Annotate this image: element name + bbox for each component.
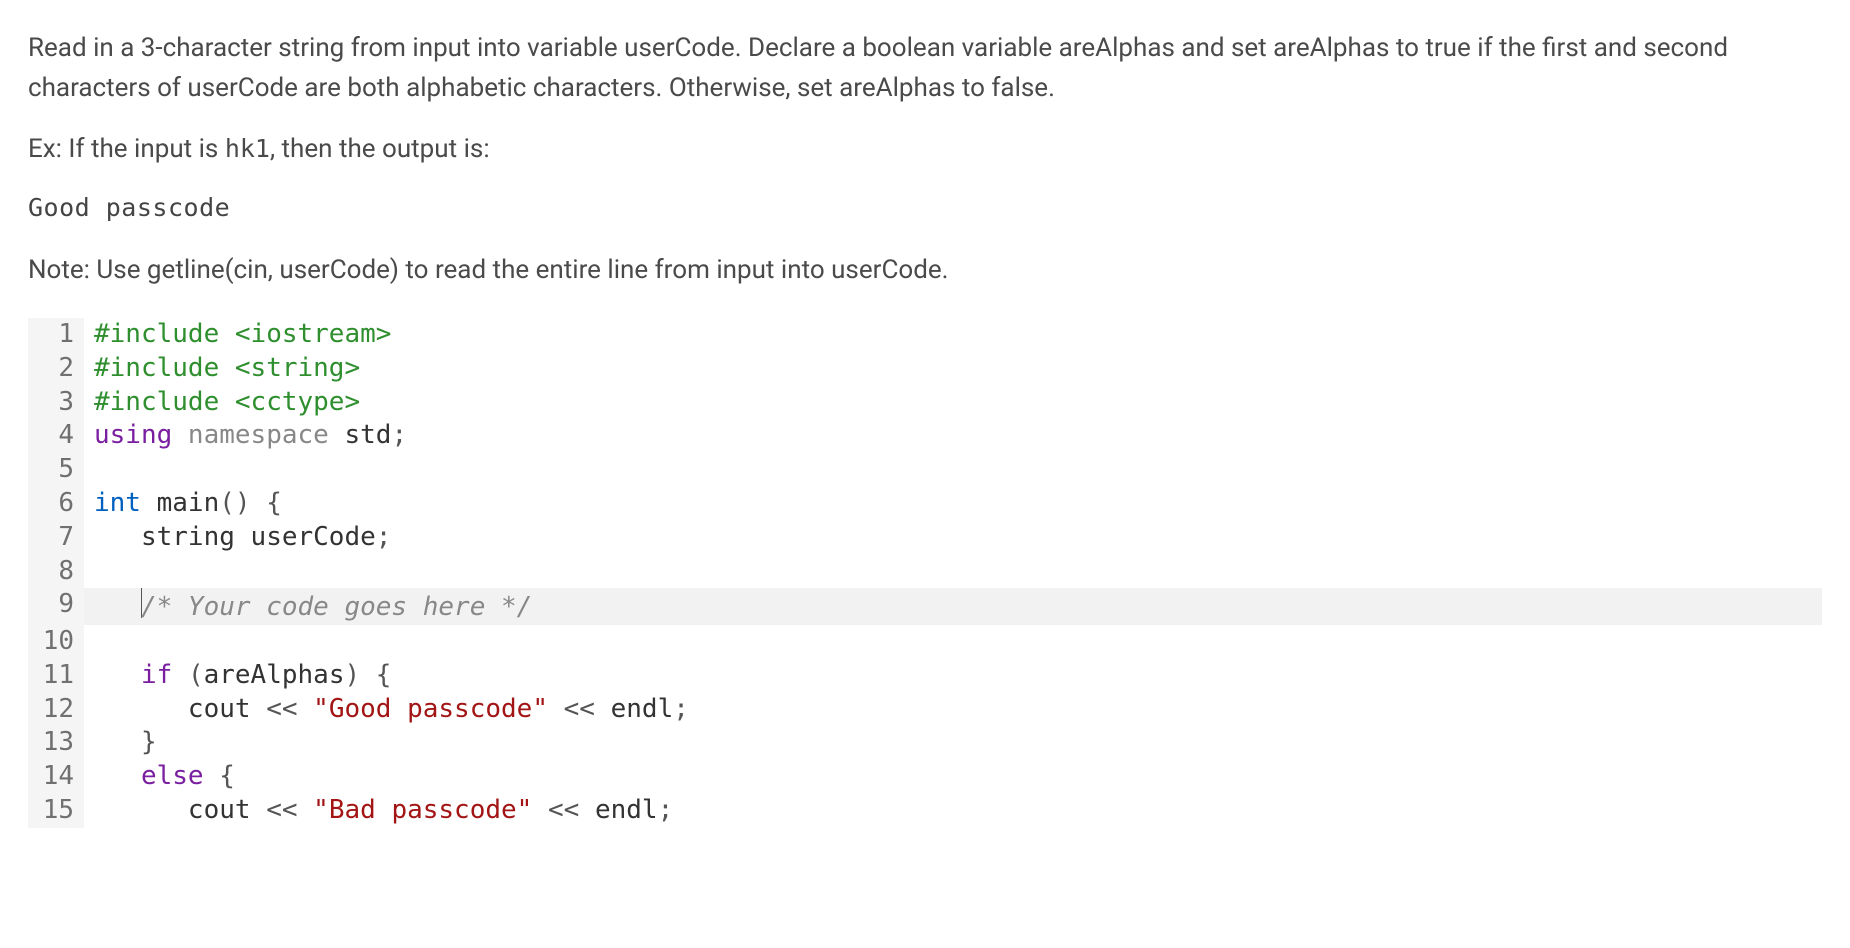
code-text[interactable]: } xyxy=(84,726,1822,760)
code-token: } xyxy=(141,727,157,757)
code-line[interactable]: 15 cout << "Bad passcode" << endl; xyxy=(28,794,1822,828)
code-token: "Good passcode" xyxy=(313,694,548,724)
code-line[interactable]: 3#include <cctype> xyxy=(28,386,1822,420)
line-number: 3 xyxy=(28,386,84,420)
code-text[interactable]: cout << "Good passcode" << endl; xyxy=(84,693,1822,727)
line-number: 9 xyxy=(28,588,84,625)
code-text[interactable] xyxy=(84,625,1822,659)
line-number: 10 xyxy=(28,625,84,659)
code-line[interactable]: 1#include <iostream> xyxy=(28,318,1822,352)
code-text[interactable]: int main() { xyxy=(84,487,1822,521)
code-text[interactable]: using namespace std; xyxy=(84,419,1822,453)
code-token: << xyxy=(251,795,314,825)
code-token xyxy=(94,592,141,622)
code-text[interactable]: #include <string> xyxy=(84,352,1822,386)
code-token: "Bad passcode" xyxy=(313,795,532,825)
line-number: 5 xyxy=(28,453,84,487)
example-suffix: , then the output is: xyxy=(270,134,490,164)
code-token: ) { xyxy=(344,660,391,690)
instructions-example: Ex: If the input is hk1, then the output… xyxy=(28,129,1822,169)
code-token: userCode xyxy=(235,522,376,552)
code-token: endl xyxy=(595,795,658,825)
code-line[interactable]: 6int main() { xyxy=(28,487,1822,521)
code-text[interactable]: /* Your code goes here */ xyxy=(84,588,1822,625)
code-token: <cctype> xyxy=(235,387,360,417)
code-token: <string> xyxy=(235,353,360,383)
line-number: 7 xyxy=(28,521,84,555)
code-editor-body[interactable]: 1#include <iostream>2#include <string>3#… xyxy=(28,318,1822,828)
code-token: ; xyxy=(658,795,674,825)
example-input: hk1 xyxy=(225,134,270,163)
code-token xyxy=(94,694,188,724)
code-token: cout xyxy=(188,694,251,724)
instructions-para1: Read in a 3-character string from input … xyxy=(28,28,1822,109)
code-text[interactable]: else { xyxy=(84,760,1822,794)
code-token: endl xyxy=(611,694,674,724)
line-number: 15 xyxy=(28,794,84,828)
code-text[interactable]: string userCode; xyxy=(84,521,1822,555)
code-token: ; xyxy=(391,420,407,450)
code-token: namespace xyxy=(188,420,345,450)
code-token: /* Your code goes here */ xyxy=(141,592,532,622)
code-token: using xyxy=(94,420,188,450)
line-number: 14 xyxy=(28,760,84,794)
code-token: main xyxy=(157,488,220,518)
code-token: #include xyxy=(94,319,235,349)
line-number: 11 xyxy=(28,659,84,693)
code-text[interactable]: if (areAlphas) { xyxy=(84,659,1822,693)
code-text[interactable] xyxy=(84,453,1822,487)
code-text[interactable]: #include <iostream> xyxy=(84,318,1822,352)
code-token: << xyxy=(251,694,314,724)
code-line[interactable]: 5 xyxy=(28,453,1822,487)
code-token xyxy=(94,795,188,825)
code-line[interactable]: 10 xyxy=(28,625,1822,659)
line-number: 1 xyxy=(28,318,84,352)
code-token: std xyxy=(344,420,391,450)
code-token xyxy=(94,660,141,690)
code-line[interactable]: 14 else { xyxy=(28,760,1822,794)
code-token: else xyxy=(141,761,219,791)
code-token: string xyxy=(141,522,235,552)
code-token: ; xyxy=(376,522,392,552)
problem-instructions: Read in a 3-character string from input … xyxy=(28,28,1822,290)
code-token: () { xyxy=(219,488,282,518)
code-token xyxy=(94,522,141,552)
code-token: << xyxy=(548,694,611,724)
line-number: 2 xyxy=(28,352,84,386)
code-token: #include xyxy=(94,387,235,417)
code-token xyxy=(94,761,141,791)
code-editor[interactable]: 1#include <iostream>2#include <string>3#… xyxy=(28,318,1822,828)
instructions-note: Note: Use getline(cin, userCode) to read… xyxy=(28,250,1822,290)
code-line[interactable]: 11 if (areAlphas) { xyxy=(28,659,1822,693)
code-token: << xyxy=(532,795,595,825)
line-number: 12 xyxy=(28,693,84,727)
code-token: #include xyxy=(94,353,235,383)
code-token: if xyxy=(141,660,188,690)
code-token: cout xyxy=(188,795,251,825)
code-line[interactable]: 9 /* Your code goes here */ xyxy=(28,588,1822,625)
line-number: 8 xyxy=(28,555,84,589)
code-token: areAlphas xyxy=(204,660,345,690)
expected-output: Good passcode xyxy=(28,189,1822,228)
code-text[interactable]: cout << "Bad passcode" << endl; xyxy=(84,794,1822,828)
code-line[interactable]: 13 } xyxy=(28,726,1822,760)
line-number: 6 xyxy=(28,487,84,521)
line-number: 4 xyxy=(28,419,84,453)
code-line[interactable]: 2#include <string> xyxy=(28,352,1822,386)
code-line[interactable]: 4using namespace std; xyxy=(28,419,1822,453)
code-token: int xyxy=(94,488,157,518)
line-number: 13 xyxy=(28,726,84,760)
code-text[interactable] xyxy=(84,555,1822,589)
example-prefix: Ex: If the input is xyxy=(28,134,225,164)
code-token xyxy=(94,727,141,757)
code-line[interactable]: 12 cout << "Good passcode" << endl; xyxy=(28,693,1822,727)
code-line[interactable]: 8 xyxy=(28,555,1822,589)
code-line[interactable]: 7 string userCode; xyxy=(28,521,1822,555)
code-token: ; xyxy=(673,694,689,724)
code-text[interactable]: #include <cctype> xyxy=(84,386,1822,420)
code-token: <iostream> xyxy=(235,319,392,349)
code-token: ( xyxy=(188,660,204,690)
code-token: { xyxy=(219,761,235,791)
